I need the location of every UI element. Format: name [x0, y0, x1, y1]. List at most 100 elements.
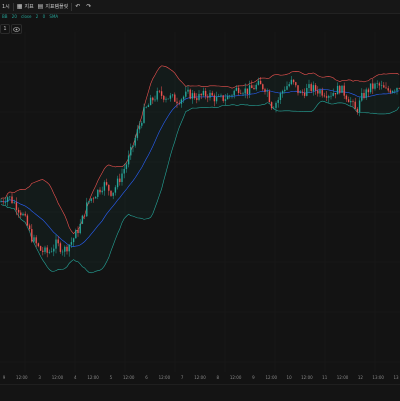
candle-body [336, 85, 339, 95]
candle-body [176, 101, 178, 104]
candle-body [11, 196, 13, 204]
candle-body [369, 83, 372, 93]
candle-body [44, 247, 46, 252]
candle-body [163, 95, 165, 100]
candle-body [169, 95, 172, 99]
candle-body [37, 243, 40, 247]
candle-body [42, 250, 44, 252]
candle-body [244, 88, 246, 94]
candle-body [330, 95, 332, 97]
time-axis-label: 12:00 [301, 375, 313, 380]
candle-body [75, 230, 77, 239]
candle-body [31, 229, 33, 242]
candle-body [165, 98, 167, 100]
indicator-button[interactable]: ▦ 지표 [15, 0, 36, 13]
candle-body [292, 79, 295, 83]
candle-body [9, 196, 11, 198]
time-axis-label: 12:00 [265, 375, 278, 380]
candle-body [92, 198, 95, 200]
candle-body [147, 105, 150, 108]
candle-body [376, 83, 378, 84]
candle-body [314, 85, 317, 91]
candle-body [275, 102, 277, 108]
candle-body [160, 91, 163, 96]
candle-body [389, 90, 392, 93]
time-axis-label: 12:00 [51, 375, 64, 380]
candle-body [270, 102, 273, 109]
candle-body [101, 190, 103, 193]
candle-body [372, 83, 374, 89]
candle-body [22, 213, 24, 216]
candle-body [350, 100, 352, 103]
candle-body [224, 99, 227, 101]
candle-body [242, 93, 244, 95]
candle-body [332, 93, 334, 96]
candle-body [211, 92, 213, 96]
time-axis-label: 13:00 [372, 375, 384, 380]
candle-body [158, 90, 161, 92]
candle-body [200, 93, 202, 96]
candle-body [306, 87, 308, 96]
time-axis-label: 8 [216, 375, 220, 380]
candle-body [72, 238, 75, 243]
candle-body [178, 103, 180, 104]
candle-body [347, 99, 350, 103]
candle-body [105, 182, 108, 185]
candle-body [149, 97, 152, 106]
redo-button[interactable]: ↷ [84, 0, 95, 13]
candle-body [143, 107, 145, 123]
indicator-legend: BB 20 close 2 0 SMA [2, 14, 61, 19]
legend-item: close [21, 14, 32, 19]
candle-body [235, 87, 238, 91]
candle-body [17, 209, 20, 213]
candle-body [361, 93, 363, 101]
candle-body [28, 225, 31, 230]
candle-body [46, 247, 48, 253]
candle-body [6, 197, 9, 202]
indicator-icon: ▦ [16, 2, 23, 10]
price-chart[interactable] [0, 32, 400, 372]
candle-body [180, 99, 183, 104]
candle-body [378, 83, 381, 86]
candle-body [387, 88, 389, 91]
candle-body [114, 187, 117, 193]
candle-body [312, 85, 315, 91]
candle-body [198, 93, 200, 100]
candle-body [171, 94, 174, 96]
candle-body [145, 107, 147, 108]
candle-body [15, 202, 18, 210]
candle-body [277, 99, 279, 103]
candle-body [55, 239, 57, 249]
candle-body [288, 84, 290, 87]
candle-body [226, 96, 229, 100]
candle-body [103, 182, 106, 191]
candle-body [116, 178, 119, 188]
candle-body [125, 164, 128, 169]
candle-body [358, 100, 361, 113]
undo-button[interactable]: ↶ [73, 0, 84, 13]
candle-body [66, 246, 68, 252]
legend-item: SMA [49, 14, 59, 19]
interval-button[interactable]: 1시 [0, 0, 12, 13]
time-axis-label: 9 [2, 375, 6, 380]
candle-body [301, 91, 304, 93]
candle-body [90, 198, 92, 201]
template-button[interactable]: ▤ 지표템플릿 [36, 0, 71, 13]
candle-body [323, 95, 326, 97]
candle-body [215, 96, 218, 102]
time-axis-label: 12:00 [194, 375, 206, 380]
candle-body [156, 90, 158, 100]
candle-body [68, 244, 70, 252]
candle-body [328, 96, 330, 98]
candle-body [119, 178, 121, 183]
time-axis: 9 12:00 3 12:00 4 12:00 5 12:00 6 12:00 7 12:00 8 12:… [0, 372, 400, 384]
candle-body [321, 90, 323, 96]
candle-body [24, 213, 26, 216]
candle-body [83, 215, 86, 217]
legend-item: 0 [42, 14, 46, 19]
time-axis-label: 11 [322, 375, 328, 380]
candle-body [290, 79, 293, 85]
candle-body [26, 215, 29, 226]
template-icon: ▤ [37, 2, 44, 10]
candle-body [130, 146, 132, 156]
